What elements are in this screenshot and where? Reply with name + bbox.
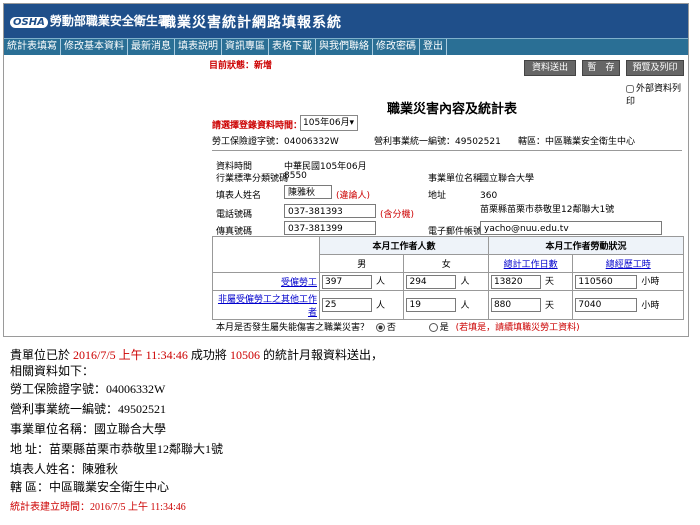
unit-person: 人: [460, 300, 470, 311]
hours-header: 本月工作者勞動狀況: [487, 236, 685, 255]
agency-name: 勞動部職業安全衛生署: [49, 14, 170, 28]
menu-item-change-password[interactable]: 修改密碼: [373, 39, 420, 55]
msg-submit-time: 2016/7/5 上午 11:34:46: [73, 348, 188, 362]
male-count-input[interactable]: 25: [322, 298, 372, 313]
male-count-input[interactable]: 397: [322, 274, 372, 289]
msg-suffix: 的統計月報資料送出，: [262, 348, 383, 362]
confirmation-address: 地 址：苗栗縣苗栗市恭敬里12鄰聯大1號: [10, 442, 224, 456]
total-hours-header[interactable]: 總經歷工時: [572, 254, 684, 273]
total-days-header[interactable]: 總計工作日數: [487, 254, 574, 273]
table-row: 受僱勞工 397 人 294 人 13820 天 110560 小時: [212, 272, 684, 291]
female-count-input[interactable]: 19: [406, 298, 457, 313]
insurance-value: 04006332W: [284, 137, 339, 147]
menu-item-instructions[interactable]: 填表說明: [175, 39, 222, 55]
unit-person: 人: [376, 300, 386, 311]
female-count-input[interactable]: 294: [406, 274, 457, 289]
phone-label: 電話號碼: [216, 210, 253, 220]
email-input[interactable]: yacho@nuu.edu.tv: [480, 221, 662, 235]
system-title: 職業災害統計網路填報系統: [162, 15, 342, 31]
agency-logo: OSHA 勞動部職業安全衛生署: [10, 12, 170, 29]
radio-yes-label: 是: [439, 323, 449, 333]
confirmation-region: 轄 區：中區職業安全衛生中心: [10, 480, 170, 494]
work-hours-input[interactable]: 110560: [575, 274, 638, 289]
statistics-table: 本月工作者人數 本月工作者勞動狀況 男 女 總計工作日數 總經歷工時 受僱勞工 …: [212, 236, 685, 320]
submit-button[interactable]: 資料送出: [524, 60, 576, 76]
radio-no-label: 否: [386, 323, 396, 333]
unit-hour: 小時: [641, 277, 660, 288]
incident-question: 本月是否發生屬失能傷害之職業災害？ 否 是 (若填是，請續填職災勞工資料): [216, 320, 580, 333]
unit-name-value: 國立聯合大學: [480, 174, 535, 184]
unit-hour: 小時: [641, 300, 660, 311]
msg-report-id: 10506: [229, 348, 260, 362]
filler-name-label: 填表人姓名: [216, 191, 262, 201]
period-select[interactable]: 105年06月 ▾: [300, 115, 358, 131]
female-header: 女: [403, 254, 489, 273]
status-text: 目前狀態：新增: [209, 61, 273, 71]
confirmation-line-1: 貴單位已於 2016/7/5 上午 11:34:46 成功將 10506 的統計月報資料…: [10, 346, 383, 363]
confirmation-line-2: 相關資料如下：: [10, 364, 95, 378]
osha-logo-mark: OSHA: [10, 17, 48, 28]
row-label-employees[interactable]: 受僱勞工: [212, 272, 320, 291]
work-days-input[interactable]: 13820: [490, 274, 541, 289]
address-value: 苗栗縣苗栗市恭敬里12鄰聯大1號: [480, 205, 615, 215]
filler-note: (違論人): [336, 191, 371, 201]
workers-header: 本月工作者人數: [319, 236, 489, 255]
unit-person: 人: [376, 277, 386, 288]
confirmation-filler: 填表人姓名：陳雅秋: [10, 462, 119, 476]
address-postcode: 360: [480, 191, 498, 201]
male-header: 男: [318, 254, 405, 273]
uniform-number-label: 營利事業統一編號：: [374, 137, 456, 147]
unit-person: 人: [460, 277, 470, 288]
insurance-label: 勞工保險證字號：: [212, 137, 285, 147]
period-label: 請選擇登錄資料時間：: [212, 121, 303, 131]
address-label: 地址: [428, 191, 447, 201]
work-hours-input[interactable]: 7040: [575, 298, 638, 313]
preview-print-button[interactable]: 預覽及列印: [626, 60, 684, 76]
unit-day: 天: [544, 277, 554, 288]
filler-name-input[interactable]: 陳雅秋: [284, 185, 332, 199]
menu-item-news[interactable]: 最新消息: [128, 39, 175, 55]
menu-item-edit-profile[interactable]: 修改基本資料: [61, 39, 128, 55]
phone-input[interactable]: 037-381393: [284, 204, 376, 218]
industry-code-value: 8550: [284, 171, 307, 181]
menu-item-fill-form[interactable]: 統計表填寫: [4, 39, 61, 55]
region-value: 中區職業安全衛生中心: [545, 137, 636, 147]
unit-name-label: 事業單位名稱: [428, 174, 483, 184]
dropdown-arrow-icon: ▾: [349, 118, 354, 128]
incident-question-text: 本月是否發生屬失能傷害之職業災害？: [216, 323, 370, 333]
confirmation-insurance: 勞工保險證字號：04006332W: [10, 382, 166, 396]
header-banner: OSHA 勞動部職業安全衛生署 職業災害統計網路填報系統: [4, 4, 688, 38]
menu-item-logout[interactable]: 登出: [420, 39, 447, 55]
uniform-number-value: 49502521: [455, 137, 501, 147]
save-draft-button[interactable]: 暫 存: [582, 60, 620, 76]
confirmation-unit-name: 事業單位名稱：國立聯合大學: [10, 422, 167, 436]
unit-day: 天: [544, 300, 554, 311]
table-corner: [212, 236, 320, 273]
confirmation-created-time: 統計表建立時間：2016/7/5 上午 11:34:46: [10, 502, 186, 513]
phone-note: (含分機): [380, 210, 415, 220]
section-divider: [212, 150, 682, 151]
msg-prefix: 貴單位已於: [10, 348, 71, 362]
external-print-label: 外部資料列印: [626, 84, 682, 107]
confirmation-uniform-number: 營利事業統一編號：49502521: [10, 402, 167, 416]
work-days-input[interactable]: 880: [490, 298, 541, 313]
fax-input[interactable]: 037-381399: [284, 221, 376, 235]
radio-yes-note: (若填是，請續填職災勞工資料): [455, 323, 580, 333]
menu-item-downloads[interactable]: 表格下載: [269, 39, 316, 55]
external-print-checkbox[interactable]: 外部資料列印: [626, 81, 688, 107]
form-screenshot: OSHA 勞動部職業安全衛生署 職業災害統計網路填報系統 統計表填寫 修改基本資料…: [3, 3, 689, 337]
menu-item-contact[interactable]: 與我們聯絡: [316, 39, 373, 55]
period-value: 105年06月: [303, 118, 350, 128]
industry-code-label: 行業標準分類號碼: [216, 174, 289, 184]
radio-yes[interactable]: [428, 323, 438, 332]
msg-mid: 成功將: [190, 348, 227, 362]
form-title: 職業災害內容及統計表: [387, 102, 518, 117]
row-label-other-workers[interactable]: 非屬受僱勞工之其他工作者: [212, 290, 320, 320]
region-label: 轄區：: [518, 137, 546, 147]
main-menu: 統計表填寫 修改基本資料 最新消息 填表說明 資訊專區 表格下載 與我們聯絡 修…: [4, 38, 688, 55]
radio-no[interactable]: [375, 323, 385, 332]
menu-item-info[interactable]: 資訊專區: [222, 39, 269, 55]
external-print-check[interactable]: [626, 84, 634, 93]
table-row: 非屬受僱勞工之其他工作者 25 人 19 人 880 天 7040 小時: [212, 290, 684, 320]
